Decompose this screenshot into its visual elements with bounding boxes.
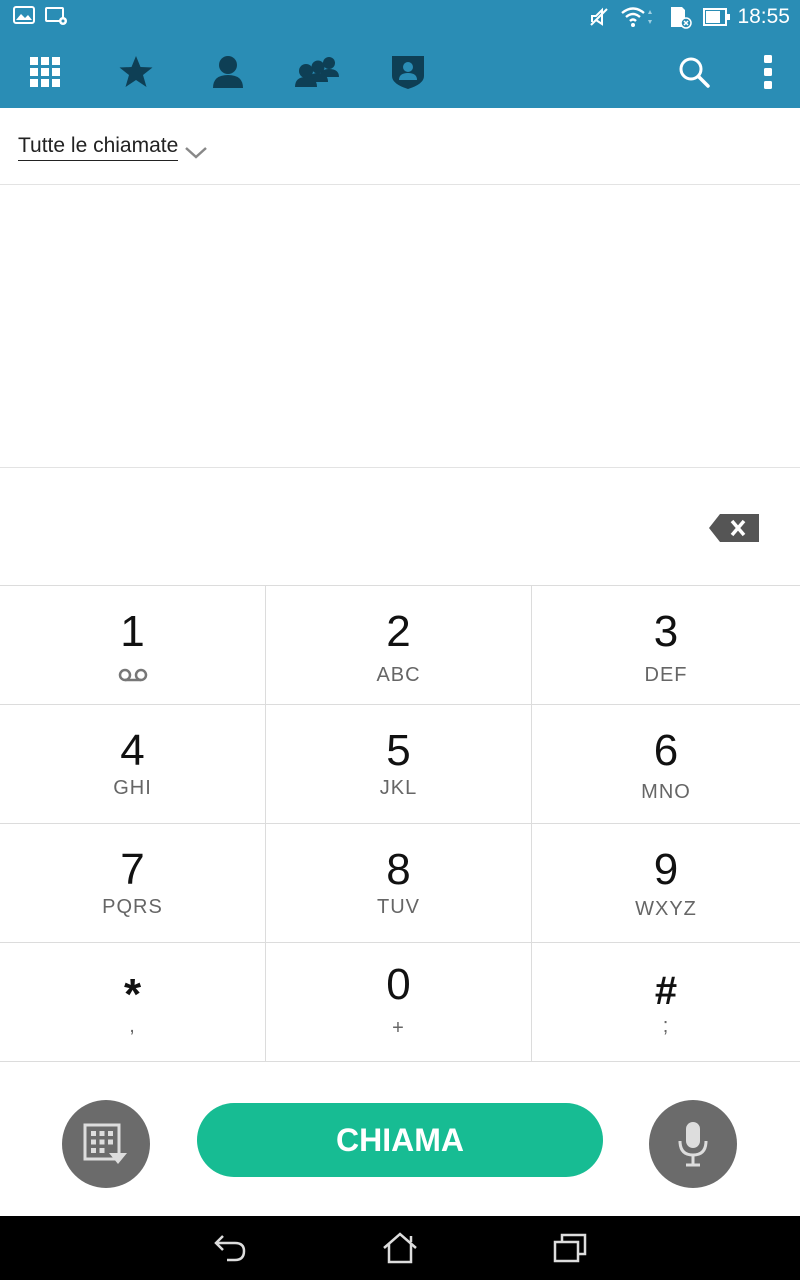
navigation-bar <box>0 1216 800 1280</box>
key-letters: + <box>392 1017 405 1039</box>
key-letters: , <box>129 1015 136 1037</box>
key-digit: 1 <box>120 607 145 656</box>
contacts-tab[interactable] <box>204 50 252 94</box>
groups-icon <box>295 57 339 87</box>
key-digit: 8 <box>386 845 411 894</box>
key-star[interactable]: * , <box>0 943 266 1062</box>
key-letters: DEF <box>644 664 688 686</box>
key-letters: JKL <box>379 777 418 799</box>
key-8[interactable]: 8 TUV <box>266 824 532 943</box>
key-5[interactable]: 5 JKL <box>266 705 532 824</box>
home-button[interactable] <box>370 1228 430 1268</box>
backspace-icon[interactable] <box>708 513 760 543</box>
back-icon <box>214 1235 246 1262</box>
favorites-tab[interactable] <box>112 50 160 94</box>
wifi-icon <box>621 7 652 27</box>
overflow-menu-icon <box>764 55 772 89</box>
key-letters: GHI <box>113 777 152 799</box>
dialpad-tab[interactable] <box>21 50 69 94</box>
gallery-icon <box>13 6 35 24</box>
overflow-menu-button[interactable] <box>744 50 792 94</box>
call-filter-dropdown[interactable]: Tutte le chiamate <box>18 134 179 161</box>
recents-icon <box>553 1233 587 1263</box>
hide-keypad-button[interactable] <box>62 1100 150 1188</box>
key-hash[interactable]: # ; <box>532 943 800 1062</box>
dialpad-tab-icon <box>30 57 60 87</box>
key-digit: 2 <box>386 607 411 656</box>
back-button[interactable] <box>200 1228 260 1268</box>
action-bar <box>0 36 800 108</box>
chevron-down-icon[interactable] <box>184 146 208 160</box>
muted-icon <box>590 7 608 26</box>
key-letters: TUV <box>377 896 420 918</box>
key-2[interactable]: 2 ABC <box>266 586 532 705</box>
recents-button[interactable] <box>540 1228 600 1268</box>
contact-icon <box>213 56 243 88</box>
key-digit: 4 <box>120 726 145 775</box>
call-filter-row: Tutte le chiamate <box>0 108 800 185</box>
key-9[interactable]: 9 WXYZ <box>532 824 800 943</box>
voicemail-icon <box>118 668 148 682</box>
dialer-actions: CHIAMA <box>0 1064 800 1216</box>
key-digit: 9 <box>653 845 679 894</box>
sd-card-icon <box>671 7 692 29</box>
home-icon <box>383 1232 417 1264</box>
search-icon <box>679 57 710 88</box>
key-digit: 5 <box>386 726 411 775</box>
favorites-star-icon <box>119 56 153 87</box>
microphone-icon <box>678 1122 708 1167</box>
key-letters: PQRS <box>102 896 163 918</box>
key-1[interactable]: 1 <box>0 586 266 705</box>
key-digit: * <box>123 970 142 1019</box>
key-7[interactable]: 7 PQRS <box>0 824 266 943</box>
groups-tab[interactable] <box>294 50 342 94</box>
key-digit: 7 <box>120 845 145 894</box>
key-letters: ; <box>662 1015 670 1037</box>
clock: 18:55 <box>737 5 790 28</box>
keypad: 1 2 ABC 3 DEF 4 GHI 5 JKL 6 MNO 7 PQRS 8… <box>0 586 800 1064</box>
key-letters: MNO <box>641 781 691 803</box>
call-button[interactable]: CHIAMA <box>197 1103 603 1177</box>
key-6[interactable]: 6 MNO <box>532 705 800 824</box>
key-4[interactable]: 4 GHI <box>0 705 266 824</box>
key-digit: 3 <box>653 607 679 656</box>
protected-contacts-tab[interactable] <box>384 50 432 94</box>
digit-display <box>0 469 800 586</box>
key-0[interactable]: 0 + <box>266 943 532 1062</box>
key-letters: ABC <box>376 664 421 686</box>
battery-icon <box>703 8 730 26</box>
keypad-toggle-icon <box>83 1123 127 1164</box>
screen-settings-icon <box>45 7 67 25</box>
key-letters: WXYZ <box>635 898 697 920</box>
key-digit: # <box>654 969 678 1013</box>
key-digit: 6 <box>653 726 679 775</box>
key-digit: 0 <box>386 960 411 1009</box>
protected-contact-icon <box>392 56 424 89</box>
call-log-list <box>0 185 800 468</box>
search-button[interactable] <box>670 50 718 94</box>
voice-input-button[interactable] <box>649 1100 737 1188</box>
key-3[interactable]: 3 DEF <box>532 586 800 705</box>
status-bar: 18:55 <box>0 0 800 36</box>
